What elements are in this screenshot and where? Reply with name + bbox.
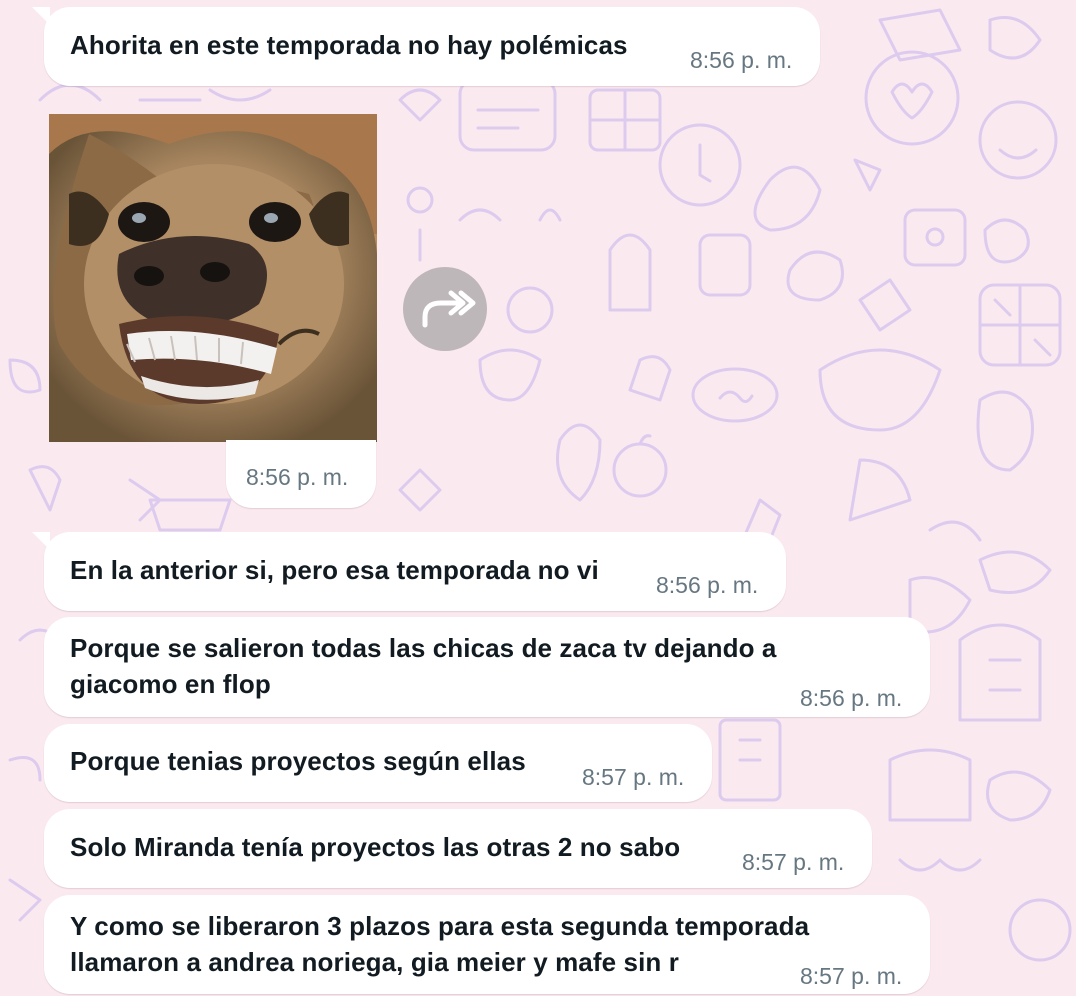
message-timestamp: 8:56 p. m.	[656, 572, 759, 598]
message-bubble[interactable]: Porque tenias proyectos según ellas 8:57…	[44, 724, 712, 802]
image-timestamp-bubble: 8:56 p. m.	[226, 440, 376, 508]
message-text: Porque tenias proyectos según ellas	[70, 746, 526, 776]
message-text: Solo Miranda tenía proyectos las otras 2…	[70, 832, 681, 862]
message-text-line: Y como se liberaron 3 plazos para esta s…	[70, 911, 810, 941]
smiling-dog-photo[interactable]	[49, 114, 377, 442]
message-text-line: Porque se salieron todas las chicas de z…	[70, 633, 777, 663]
message-bubble[interactable]: Solo Miranda tenía proyectos las otras 2…	[44, 809, 872, 888]
message-timestamp: 8:56 p. m.	[800, 685, 903, 711]
message-timestamp: 8:56 p. m.	[246, 464, 349, 490]
message-text: En la anterior si, pero esa temporada no…	[70, 555, 599, 585]
smiley-doodle	[978, 100, 1058, 180]
message-bubble[interactable]: Porque se salieron todas las chicas de z…	[44, 617, 930, 717]
message-timestamp: 8:57 p. m.	[742, 849, 845, 875]
message-text-line: llamaron a andrea noriega, gia meier y m…	[70, 947, 679, 977]
forward-arrow-icon	[422, 290, 476, 328]
message-timestamp: 8:57 p. m.	[800, 963, 903, 989]
message-timestamp: 8:56 p. m.	[690, 47, 793, 73]
message-text-line: giacomo en flop	[70, 669, 271, 699]
message-bubble[interactable]: Ahorita en este temporada no hay polémic…	[32, 7, 820, 86]
message-bubble[interactable]: En la anterior si, pero esa temporada no…	[32, 532, 786, 611]
forward-button[interactable]	[403, 267, 487, 351]
message-timestamp: 8:57 p. m.	[582, 764, 685, 790]
heart-doodle	[864, 50, 960, 146]
message-bubble[interactable]: Y como se liberaron 3 plazos para esta s…	[44, 895, 930, 994]
message-text: Ahorita en este temporada no hay polémic…	[70, 30, 628, 60]
